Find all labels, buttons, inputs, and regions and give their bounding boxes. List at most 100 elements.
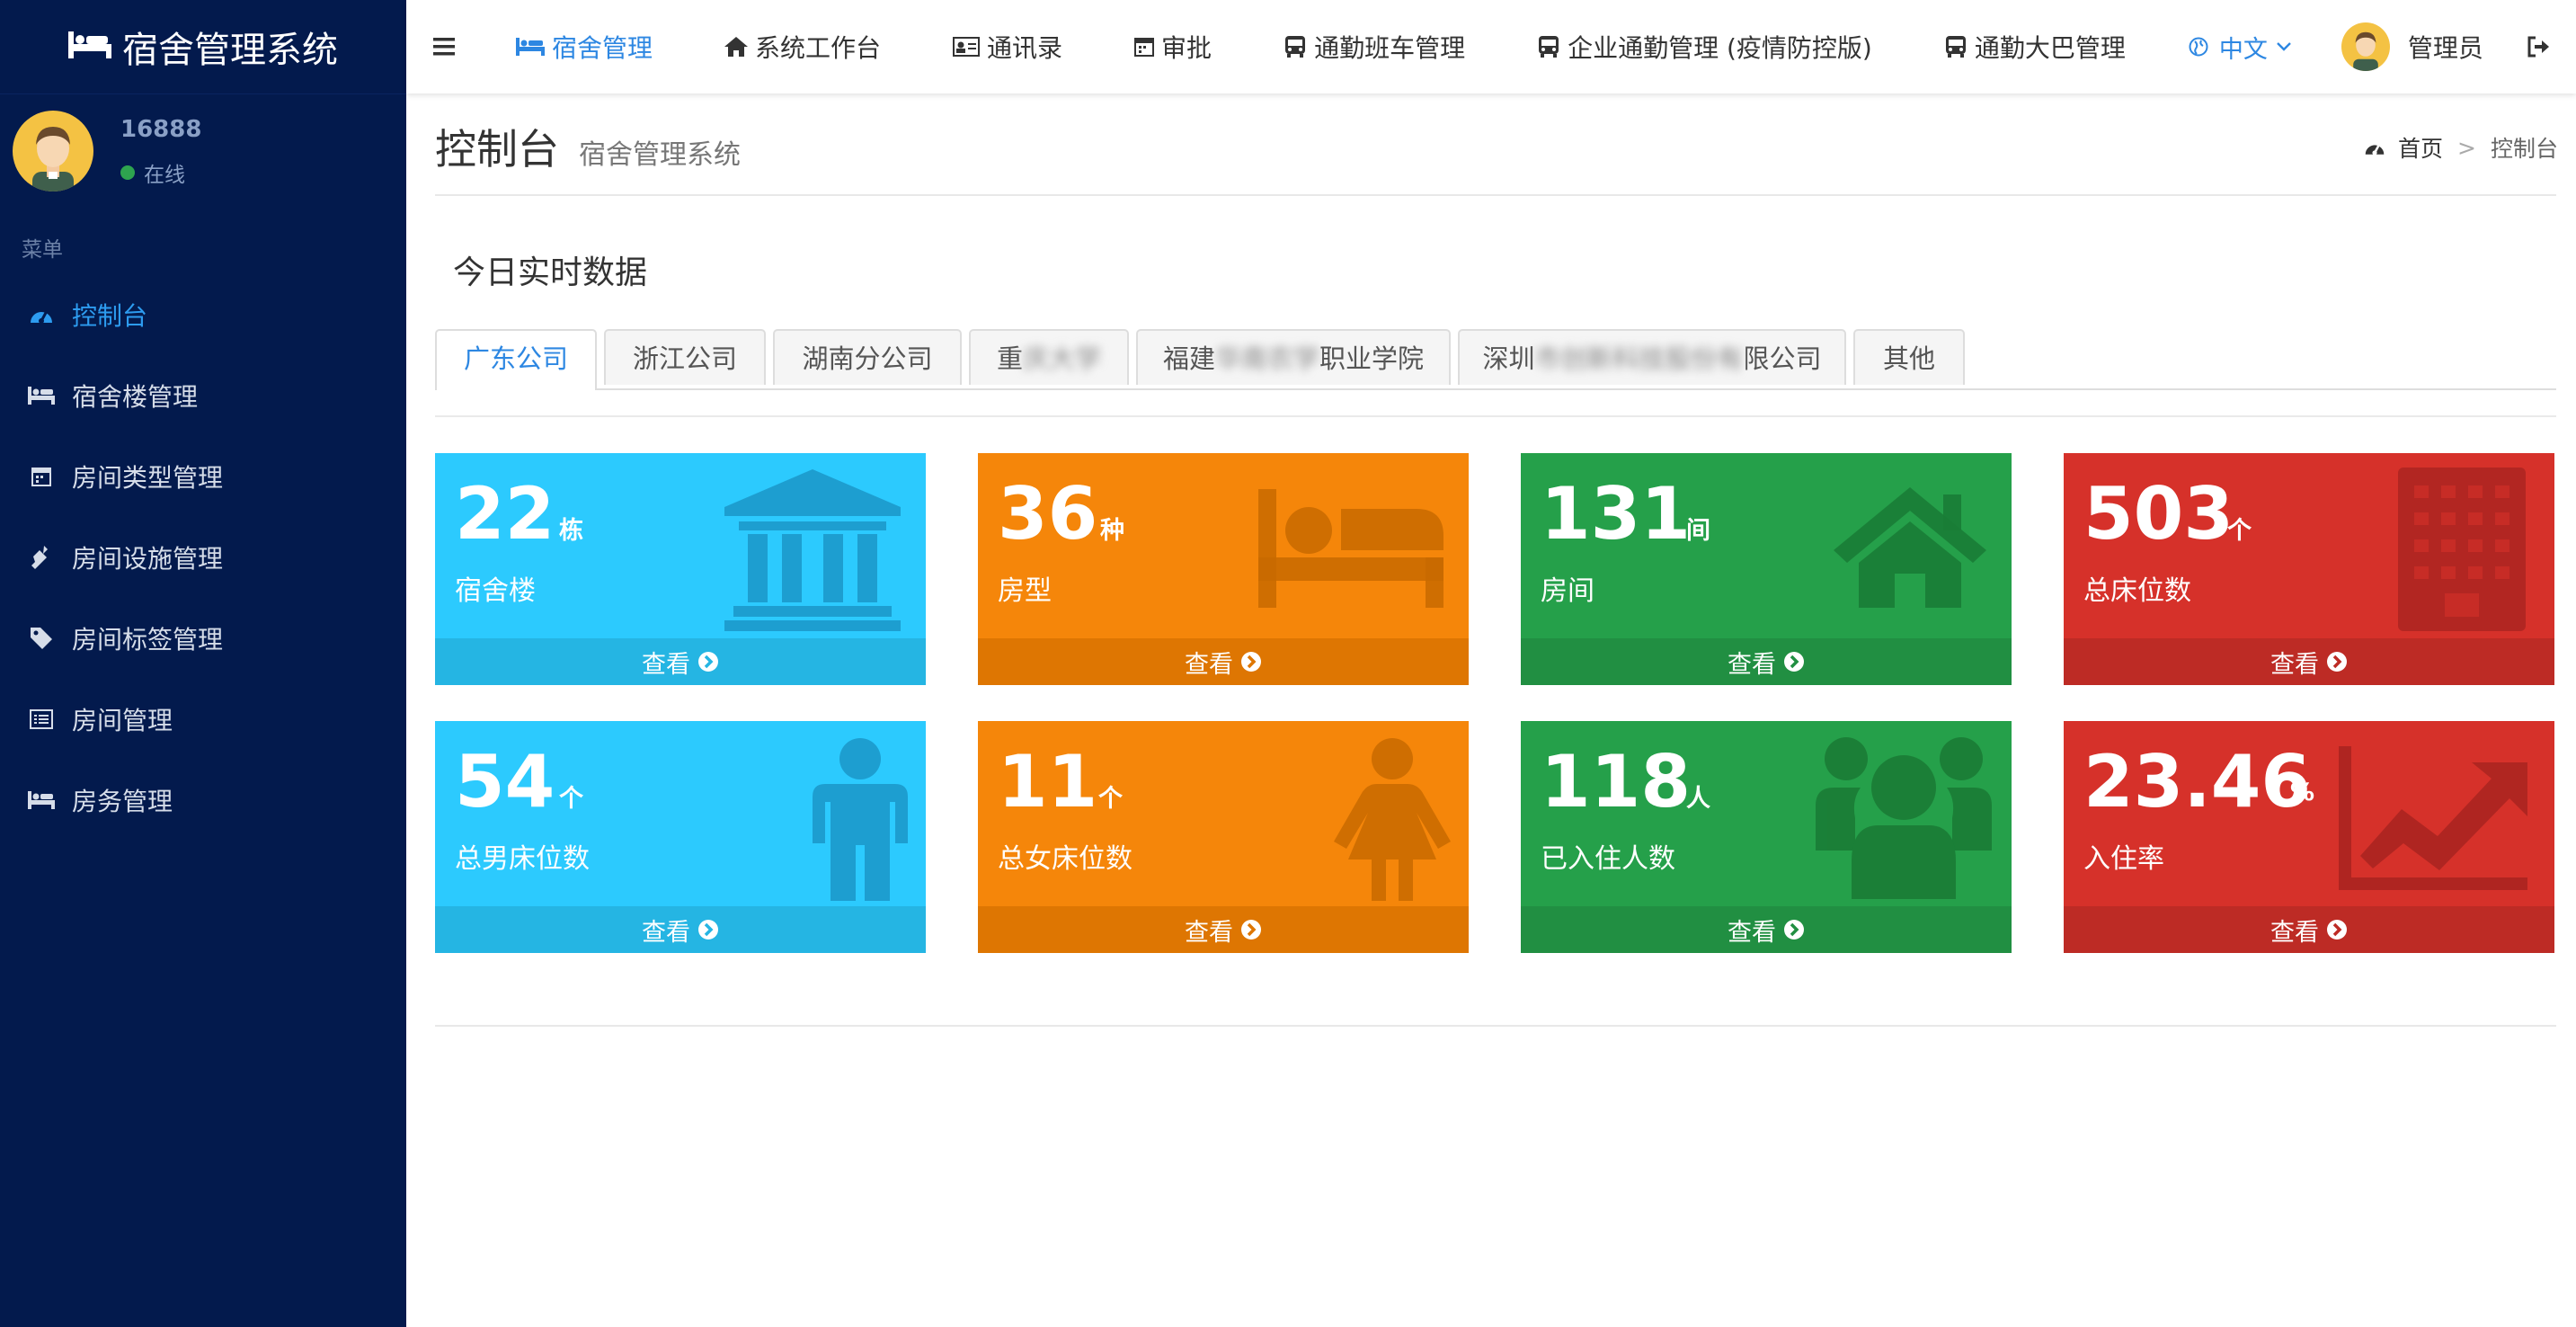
stat-unit: 个 [559,785,583,813]
stat-unit: 人 [1686,785,1710,813]
arrow-circle-right-icon [1240,651,1262,672]
online-dot-icon [120,165,135,180]
arrow-circle-right-icon [697,651,719,672]
nav-item-label: 通讯录 [987,33,1063,63]
breadcrumb-home-link[interactable]: 首页 [2398,131,2443,164]
address-card-icon [953,37,981,57]
page-subtitle: 宿舍管理系统 [579,139,741,171]
home-icon [724,37,749,57]
calendar-icon [1134,37,1155,57]
tab-fujian[interactable]: 福建华南农学职业学院 [1136,329,1451,385]
tab-zhejiang[interactable]: 浙江公司 [604,329,766,385]
view-more-button[interactable]: 查看 [978,906,1469,953]
globe-icon [2189,37,2208,57]
breadcrumb-current: 控制台 [2490,136,2558,162]
stat-value: 23.46 [2083,740,2312,824]
nav-item-label: 宿舍管理 [552,33,653,63]
stat-unit: 栋 [559,517,583,545]
stat-label: 入住率 [2083,843,2164,875]
sidebar-item-label: 房间管理 [72,706,173,735]
avatar [2341,22,2390,71]
view-more-button[interactable]: 查看 [1521,638,2012,685]
top-navbar: 宿舍管理 系统工作台 通讯录 审批 通勤班车管理 企业通勤管理 (疫情防控版) … [406,0,2576,94]
arrow-circle-right-icon [1240,919,1262,940]
stat-unit: 间 [1686,517,1710,545]
app-logo[interactable]: 宿舍管理系统 [0,0,406,94]
line-chart-icon [2339,746,2527,894]
tab-chongqing[interactable]: 重庆大学 [969,329,1129,385]
nav-item-contacts[interactable]: 通讯录 [917,0,1098,94]
nav-item-label: 通勤大巴管理 [1974,33,2126,63]
menu-header: 菜单 [22,238,63,262]
stat-card-total-beds: 503 个 总床位数 查看 [2064,453,2554,685]
male-icon [813,737,908,904]
divider [435,415,2556,417]
nav-item-label: 系统工作台 [755,33,882,63]
nav-item-enterprise-commute[interactable]: 企业通勤管理 (疫情防控版) [1501,0,1908,94]
sidebar-item-label: 房务管理 [72,787,173,816]
bus-icon [1944,35,1968,58]
bed-icon [68,26,122,67]
stat-card-male-beds: 54 个 总男床位数 查看 [435,721,926,953]
view-more-button[interactable]: 查看 [2064,906,2554,953]
divider [435,1025,2556,1027]
sign-out-icon [2527,36,2549,58]
sidebar-item-housekeeping[interactable]: 房务管理 [0,760,406,841]
stat-card-rooms: 131 间 房间 查看 [1521,453,2012,685]
view-more-button[interactable]: 查看 [435,906,926,953]
user-status: 在线 [120,157,185,188]
stat-value: 503 [2083,472,2234,556]
nav-item-approval[interactable]: 审批 [1098,0,1248,94]
menu-toggle-button[interactable] [406,0,482,94]
nav-item-workbench[interactable]: 系统工作台 [688,0,917,94]
stat-label: 总床位数 [2083,575,2191,607]
bus-icon [1284,35,1307,58]
language-label: 中文 [2218,35,2268,64]
sidebar-item-label: 房间设施管理 [72,544,224,574]
logout-button[interactable] [2507,36,2570,58]
stat-unit: 种 [1100,517,1124,545]
nav-item-dorm[interactable]: 宿舍管理 [482,0,688,94]
view-more-button[interactable]: 查看 [1521,906,2012,953]
sidebar-item-room-type[interactable]: 房间类型管理 [0,436,406,517]
view-more-button[interactable]: 查看 [2064,638,2554,685]
nav-item-bus[interactable]: 通勤大巴管理 [1908,0,2162,94]
tab-hunan[interactable]: 湖南分公司 [773,329,962,385]
nav-item-shuttle[interactable]: 通勤班车管理 [1248,0,1501,94]
sidebar-item-tag[interactable]: 房间标签管理 [0,598,406,679]
tab-guangdong[interactable]: 广东公司 [435,329,597,390]
user-menu[interactable]: 管理员 [2318,22,2507,71]
stat-card-room-types: 36 种 房型 查看 [978,453,1469,685]
stat-label: 总男床位数 [455,843,590,875]
chevron-down-icon [2276,42,2291,51]
bed-icon [27,381,56,410]
sidebar-item-dashboard[interactable]: 控制台 [0,274,406,355]
nav-item-label: 企业通勤管理 (疫情防控版) [1568,33,1872,63]
view-more-button[interactable]: 查看 [435,638,926,685]
view-more-button[interactable]: 查看 [978,638,1469,685]
stat-unit: 个 [2227,517,2252,545]
avatar [13,111,93,191]
sidebar-item-room[interactable]: 房间管理 [0,679,406,760]
tab-other[interactable]: 其他 [1853,329,1965,385]
user-menu-label: 管理员 [2407,33,2483,63]
home-icon [1834,487,1986,611]
arrow-circle-right-icon [697,919,719,940]
nav-item-label: 通勤班车管理 [1314,33,1466,63]
nav-item-label: 审批 [1161,33,1212,63]
sidebar-item-facility[interactable]: 房间设施管理 [0,517,406,598]
tab-shenzhen[interactable]: 深圳市创新科技股份有限公司 [1458,329,1846,385]
sidebar: 宿舍管理系统 16888 在线 菜单 控制台 宿舍楼管理 房间类型管理 房间设施… [0,0,406,1327]
page-title: 控制台 [435,125,559,174]
arrow-circle-right-icon [2326,919,2348,940]
dashboard-icon [27,300,56,329]
stat-value: 22 [455,472,555,556]
stat-card-occupancy-rate: 23.46 % 入住率 查看 [2064,721,2554,953]
language-selector[interactable]: 中文 [2162,30,2318,65]
stat-card-occupants: 118 人 已入住人数 查看 [1521,721,2012,953]
sidebar-item-building[interactable]: 宿舍楼管理 [0,355,406,436]
stat-label: 房型 [998,575,1052,607]
bank-icon [724,469,901,635]
building-icon [2398,468,2526,635]
stat-unit: 个 [1098,785,1123,813]
